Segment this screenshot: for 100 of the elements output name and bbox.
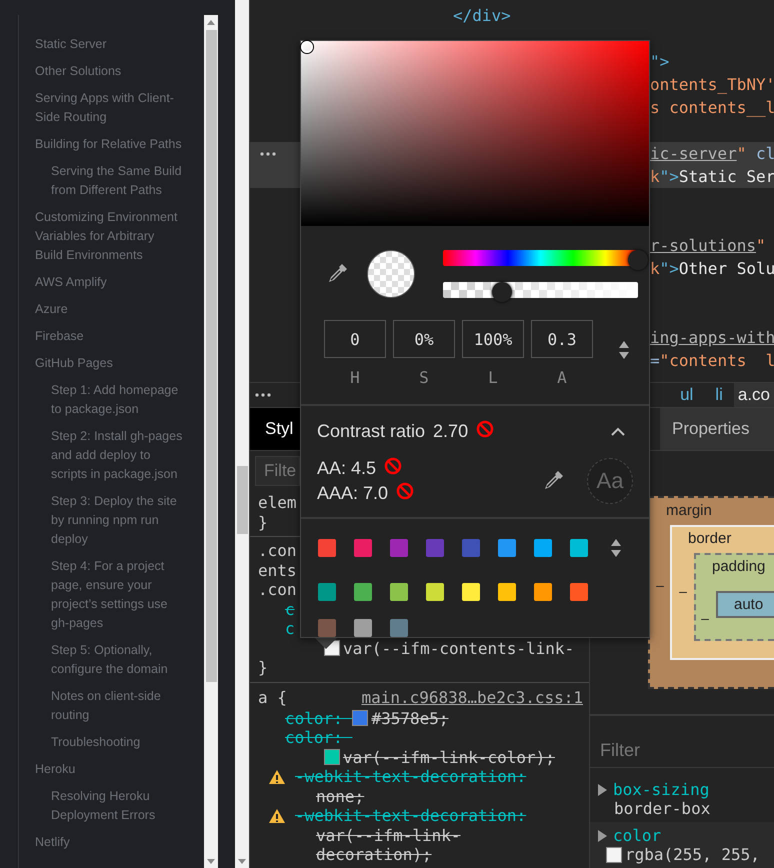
breadcrumb[interactable]: li — [704, 383, 734, 407]
color-swatch[interactable] — [426, 539, 444, 557]
sidebar-item[interactable]: Resolving Heroku Deployment Errors — [19, 783, 204, 829]
color-swatch[interactable] — [498, 583, 516, 601]
sidebar-item[interactable]: Notes on client-side routing — [19, 683, 204, 729]
sidebar-item[interactable]: Step 1: Add homepage to package.json — [19, 377, 204, 423]
code-text: ontents_TbNY' — [650, 74, 774, 96]
sidebar-item[interactable]: Static Server — [19, 31, 204, 58]
text-sample: Aa — [587, 458, 633, 504]
breadcrumb[interactable]: ul — [669, 383, 704, 407]
color-swatch[interactable] — [390, 539, 408, 557]
field-label: L — [488, 368, 498, 387]
css-value: #3578e5; — [371, 708, 448, 728]
sidebar-item[interactable]: Step 2: Install gh-pages and add deploy to scripts in package.json — [19, 423, 204, 488]
code-text: ic-server — [650, 143, 737, 165]
sidebar-item[interactable]: Firebase — [19, 323, 204, 350]
code-text: k — [650, 258, 660, 280]
panel-tab[interactable]: Properties — [660, 408, 774, 450]
code-text: " — [756, 235, 766, 257]
value-field[interactable]: 0 — [324, 320, 386, 358]
code-text: = — [650, 350, 660, 372]
scrollbar[interactable] — [204, 15, 218, 868]
breadcrumb[interactable]: a.co — [734, 383, 774, 407]
sidebar-item[interactable]: GitHub Pages — [19, 350, 204, 377]
value-field[interactable]: 0% — [393, 320, 455, 358]
expand-icon[interactable] — [598, 784, 607, 796]
color-swatch[interactable] — [390, 583, 408, 601]
more-icon[interactable] — [255, 393, 271, 397]
fail-icon — [384, 457, 402, 475]
color-swatch[interactable] — [570, 539, 588, 557]
css-text: } — [258, 512, 268, 532]
value-field[interactable]: 0.3 — [531, 320, 593, 358]
fail-icon — [476, 420, 494, 438]
sidebar-item[interactable]: Customizing Environment Variables for Arbitrary Build Environments — [19, 204, 204, 269]
panel-tab[interactable]: Styl — [250, 408, 300, 450]
sidebar-item[interactable]: Azure — [19, 296, 204, 323]
color-swatch[interactable] — [498, 539, 516, 557]
sidebar-item[interactable]: Step 5: Optionally, configure the domain — [19, 637, 204, 683]
box-label: border — [687, 530, 732, 548]
color-swatch[interactable] — [534, 539, 552, 557]
sidebar-item[interactable]: Serving the Same Build from Different Paths — [19, 158, 204, 204]
filter-field[interactable]: Filte — [255, 456, 300, 486]
css-value: decoration); — [316, 845, 432, 864]
color-swatch[interactable] — [354, 619, 372, 637]
property-name: color — [613, 826, 662, 845]
color-swatch[interactable] — [318, 619, 336, 637]
more-icon[interactable] — [260, 152, 276, 156]
color-swatch[interactable] — [426, 583, 444, 601]
contrast-title: Contrast ratio — [317, 421, 426, 442]
color-swatch[interactable] — [606, 846, 622, 862]
sidebar-item[interactable]: Netlify — [19, 829, 204, 856]
sidebar-item[interactable]: Serving Apps with Client-Side Routing — [19, 85, 204, 131]
property-value: rgba(255, 255, — [625, 845, 760, 864]
css-text: .con — [258, 541, 297, 560]
color-swatch[interactable] — [324, 749, 340, 766]
color-swatch[interactable] — [462, 583, 480, 601]
slider-thumb[interactable] — [628, 250, 648, 270]
code-text: cl — [754, 143, 774, 165]
chevron-icon[interactable] — [611, 426, 625, 436]
code-text: Other Solu — [678, 258, 774, 280]
filter-field[interactable]: Filter — [590, 734, 774, 768]
slider-thumb[interactable] — [492, 282, 512, 302]
css-property: -webkit-text-decoration: — [295, 806, 526, 826]
css-property: c — [285, 600, 295, 619]
sidebar-item[interactable]: Other Solutions — [19, 58, 204, 85]
source-link[interactable]: main.c96838…be2c3.css:1 — [361, 686, 583, 708]
content-box: auto — [716, 590, 774, 618]
aaa-threshold: AAA: 7.0 — [317, 483, 388, 504]
sidebar-item[interactable]: AWS Amplify — [19, 269, 204, 296]
sidebar-item[interactable]: Step 3: Deploy the site by running npm run deploy — [19, 488, 204, 553]
color-swatch[interactable] — [534, 583, 552, 601]
fail-icon — [396, 482, 414, 500]
sidebar-item[interactable]: Troubleshooting — [19, 729, 204, 756]
color-swatch[interactable] — [352, 710, 368, 726]
color-field[interactable] — [301, 41, 649, 226]
expand-icon[interactable] — [598, 830, 607, 842]
sidebar-item[interactable]: Heroku — [19, 756, 204, 783]
css-value: var(--ifm-link-color); — [343, 748, 555, 767]
color-swatch[interactable] — [570, 583, 588, 601]
value-field[interactable]: 100% — [462, 320, 524, 358]
code-text: </div> — [453, 5, 511, 27]
margin-value: – — [655, 576, 665, 595]
box-label: margin — [665, 502, 713, 520]
field-label: H — [350, 368, 360, 387]
color-swatch[interactable] — [318, 583, 336, 601]
property-name: box-sizing — [613, 780, 710, 799]
box-label: padding — [711, 558, 766, 576]
color-swatch[interactable] — [462, 539, 480, 557]
color-swatch[interactable] — [354, 583, 372, 601]
css-text: } — [258, 658, 268, 678]
sidebar-item[interactable]: Step 4: For a project page, ensure your project’s settings use gh-pages — [19, 553, 204, 637]
sidebar-item[interactable]: Building for Relative Paths — [19, 131, 204, 158]
property-value: border-box — [614, 799, 710, 818]
color-swatch[interactable] — [354, 539, 372, 557]
color-swatch[interactable] — [390, 619, 408, 637]
picker-handle[interactable] — [301, 41, 313, 53]
scrollbar[interactable] — [235, 0, 250, 868]
aa-threshold: AA: 4.5 — [317, 458, 376, 479]
color-swatch[interactable] — [318, 539, 336, 557]
code-text: " — [736, 143, 746, 165]
